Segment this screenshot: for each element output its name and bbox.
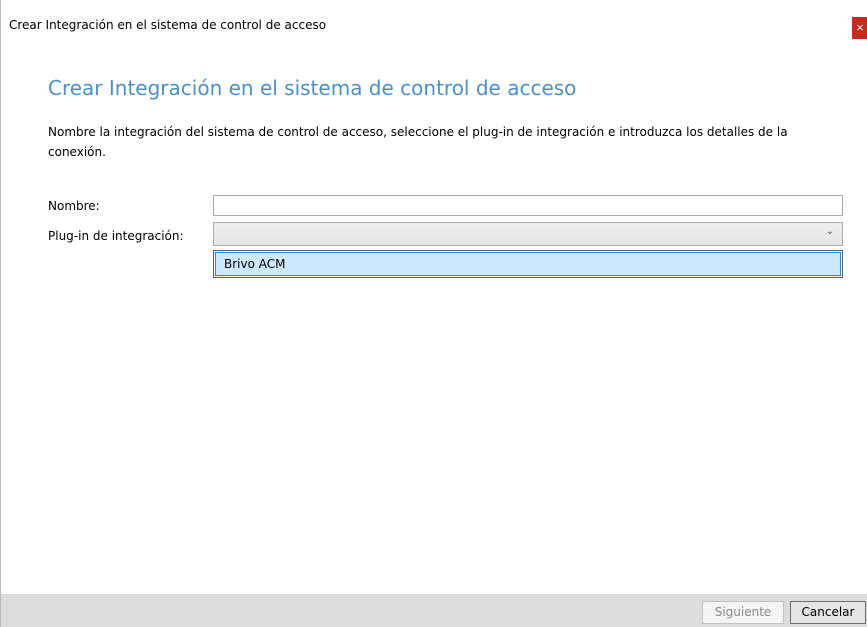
plugin-dropdown[interactable]: ⌄ — [213, 222, 843, 246]
cancel-button[interactable]: Cancelar — [790, 601, 866, 624]
name-input[interactable] — [213, 195, 843, 216]
page-description: Nombre la integración del sistema de con… — [48, 125, 788, 159]
plugin-label: Plug-in de integración: — [48, 229, 184, 243]
page-heading: Crear Integración en el sistema de contr… — [48, 76, 577, 100]
dropdown-option-brivo-acm[interactable]: Brivo ACM — [215, 252, 841, 276]
chevron-down-icon: ⌄ — [825, 226, 834, 237]
dialog-window: Crear Integración en el sistema de contr… — [0, 0, 867, 627]
next-button[interactable]: Siguiente — [702, 601, 784, 624]
window-title: Crear Integración en el sistema de contr… — [9, 18, 327, 32]
title-bar: Crear Integración en el sistema de contr… — [1, 0, 867, 40]
footer-bar: Siguiente Cancelar — [1, 594, 867, 627]
plugin-dropdown-list: Brivo ACM — [213, 250, 843, 278]
close-icon: × — [855, 21, 865, 34]
close-button[interactable]: × — [852, 17, 867, 39]
name-label: Nombre: — [48, 199, 100, 213]
